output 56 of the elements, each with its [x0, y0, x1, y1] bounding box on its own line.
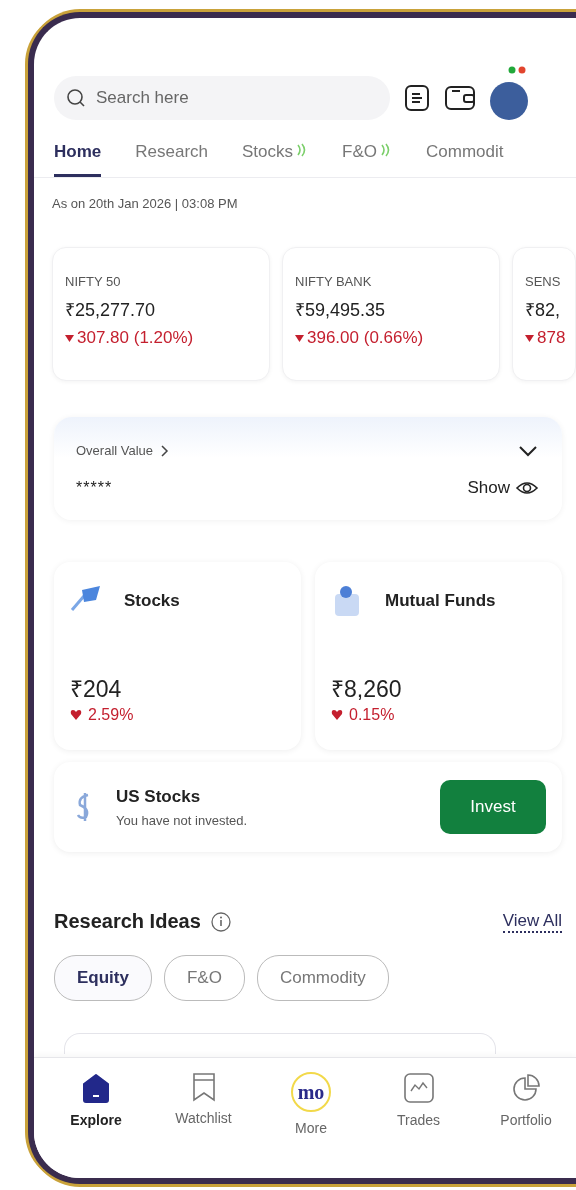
- tab[interactable]: Home: [54, 142, 102, 177]
- overall-value-link[interactable]: Overall Value: [76, 443, 170, 458]
- nav-item[interactable]: Trades: [368, 1072, 469, 1136]
- info-icon[interactable]: [210, 911, 231, 932]
- tab[interactable]: Commodit: [426, 142, 504, 177]
- bookmark-icon: [190, 1072, 217, 1102]
- nav-item[interactable]: Watchlist: [153, 1072, 254, 1136]
- document-icon[interactable]: [404, 84, 430, 112]
- index-value: ₹82,: [525, 299, 562, 321]
- status-dots-icon: [508, 66, 526, 74]
- index-card[interactable]: SENS ₹82, 878: [512, 247, 576, 381]
- masked-value: *****: [76, 479, 113, 497]
- invest-button[interactable]: Invest: [440, 780, 546, 834]
- index-value: ₹59,495.35: [295, 299, 387, 321]
- tab[interactable]: Stocks: [242, 142, 309, 177]
- pie-chart-icon: [511, 1072, 541, 1104]
- tab[interactable]: Research: [135, 142, 208, 177]
- filter-chip[interactable]: Equity: [54, 955, 152, 1001]
- tab[interactable]: F&O: [342, 142, 392, 177]
- us-stocks-subtitle: You have not invested.: [116, 812, 249, 828]
- product-card[interactable]: Mutual Funds ₹8,260 0.15%: [315, 562, 562, 750]
- wallet-icon[interactable]: [444, 84, 476, 112]
- filter-chip[interactable]: F&O: [163, 955, 245, 1001]
- search-field[interactable]: Search here: [54, 76, 390, 120]
- product-value: ₹8,260: [331, 675, 403, 704]
- filter-chip[interactable]: Commodity: [256, 955, 389, 1001]
- us-stocks-title: US Stocks: [116, 786, 202, 807]
- avatar[interactable]: [490, 82, 528, 120]
- nav-item[interactable]: Explore: [46, 1072, 146, 1136]
- index-change: 307.80 (1.20%): [77, 328, 194, 348]
- nav-item[interactable]: Portfolio: [476, 1072, 576, 1136]
- chevron-down-icon[interactable]: [518, 443, 538, 458]
- index-card[interactable]: NIFTY BANK ₹59,495.35 396.00 (0.66%): [282, 247, 500, 381]
- chart-icon: [402, 1072, 435, 1104]
- chevron-right-icon: [159, 443, 170, 458]
- timestamp: As on 20th Jan 2026 | 03:08 PM: [52, 196, 239, 211]
- index-change: 878: [537, 328, 566, 348]
- section-title: Research Ideas: [54, 910, 201, 933]
- index-value: ₹25,277.70: [65, 299, 157, 321]
- home-icon: [81, 1072, 111, 1104]
- product-change: 2.59%: [88, 706, 134, 724]
- search-icon: [66, 88, 85, 107]
- view-all-link[interactable]: View All: [502, 910, 562, 933]
- index-name: NIFTY BANK: [295, 274, 373, 289]
- index-card[interactable]: NIFTY 50 ₹25,277.70 307.80 (1.20%): [52, 247, 270, 381]
- index-name: NIFTY 50: [65, 274, 122, 289]
- product-card[interactable]: Stocks ₹204 2.59%: [54, 562, 301, 750]
- brand-logo: mo: [291, 1072, 331, 1112]
- nav-item[interactable]: mo More: [261, 1072, 361, 1136]
- product-title: Mutual Funds: [385, 591, 496, 611]
- product-change: 0.15%: [349, 706, 395, 724]
- index-name: SENS: [525, 274, 562, 289]
- show-toggle[interactable]: Show: [467, 478, 538, 498]
- product-title: Stocks: [124, 591, 180, 611]
- product-value: ₹204: [70, 675, 123, 704]
- index-change: 396.00 (0.66%): [307, 328, 424, 348]
